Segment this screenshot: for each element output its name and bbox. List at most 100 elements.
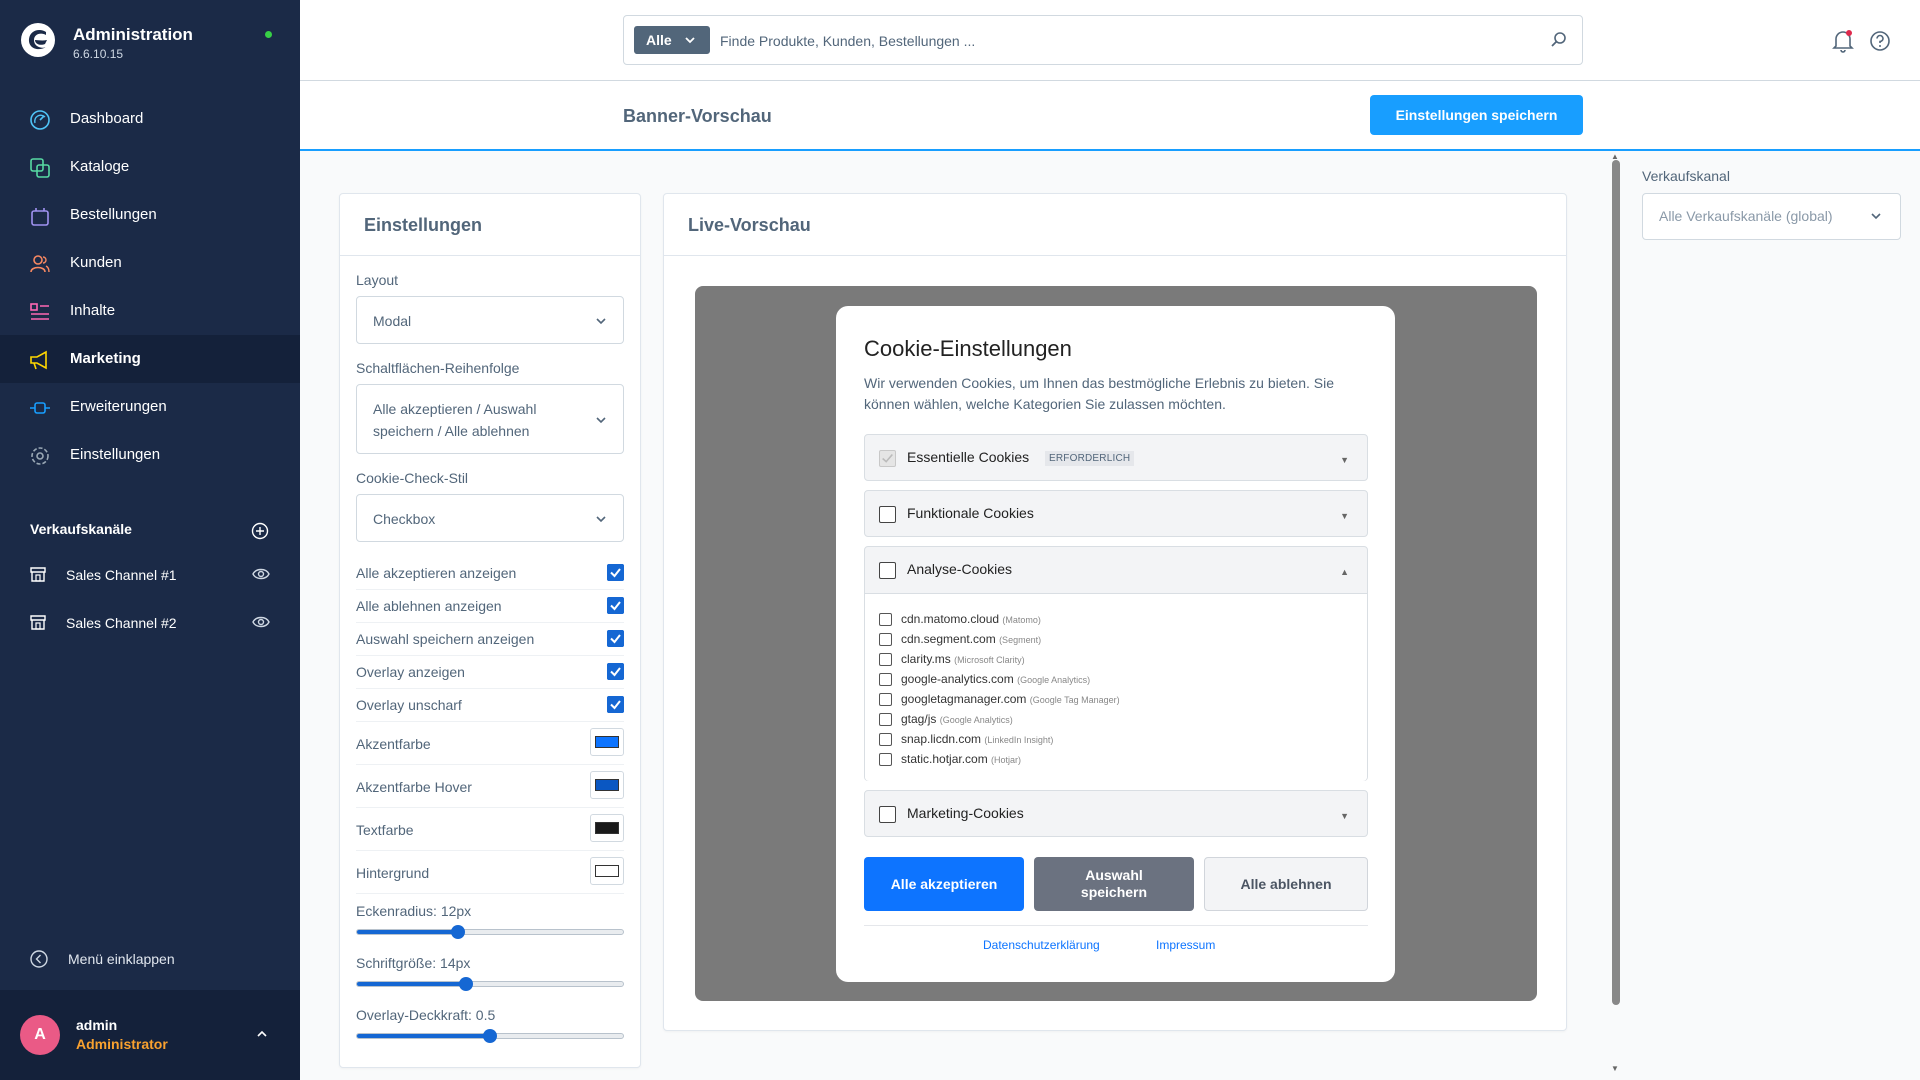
toggle-overlay-blur: Overlay unscharf — [356, 689, 624, 722]
toggle-label: Overlay anzeigen — [356, 664, 465, 680]
service-name: google-analytics.com — [901, 672, 1014, 686]
sidebar-item-catalogs[interactable]: Kataloge — [0, 143, 300, 191]
search-input[interactable] — [720, 28, 1520, 54]
slider-fill — [357, 930, 459, 934]
sidebar-item-label: Marketing — [70, 350, 141, 367]
checkbox[interactable] — [879, 653, 892, 666]
cookie-check-style-value: Checkbox — [373, 511, 436, 527]
category-header[interactable]: Marketing-Cookies ▼ — [865, 791, 1367, 837]
user-role: Administrator — [76, 1036, 168, 1052]
sidebar-item-label: Einstellungen — [70, 446, 161, 463]
checkbox[interactable] — [879, 733, 892, 746]
checkbox-checked[interactable] — [607, 597, 624, 614]
color-swatch — [595, 779, 619, 791]
plug-icon — [30, 402, 50, 414]
toggle-label: Alle ablehnen anzeigen — [356, 598, 502, 614]
search-type-label: Alle — [646, 32, 672, 48]
checkbox[interactable] — [879, 633, 892, 646]
reject-all-button[interactable]: Alle ablehnen — [1204, 857, 1368, 911]
eye-icon[interactable] — [252, 615, 270, 629]
checkbox-checked[interactable] — [607, 630, 624, 647]
checkbox-checked[interactable] — [607, 696, 624, 713]
font-size-slider[interactable] — [356, 977, 624, 991]
slider-thumb[interactable] — [483, 1029, 497, 1043]
button-order-select[interactable]: Alle akzeptieren / Auswahl speichern / A… — [356, 384, 624, 454]
catalog-icon — [30, 158, 50, 178]
background-color-picker[interactable] — [590, 857, 624, 885]
category-header[interactable]: Analyse-Cookies ▲ — [865, 547, 1367, 593]
sidebar-item-dashboard[interactable]: Dashboard — [0, 95, 300, 143]
scrollbar[interactable] — [1612, 160, 1620, 1005]
cookie-check-style-select[interactable]: Checkbox — [356, 494, 624, 542]
text-color-row: Textfarbe — [356, 808, 624, 851]
chevron-down-icon — [685, 37, 695, 44]
overlay-opacity-slider[interactable] — [356, 1029, 624, 1043]
help-icon[interactable] — [1869, 30, 1891, 52]
divider — [864, 925, 1368, 926]
font-size-label: Schriftgröße: 14px — [356, 955, 471, 971]
slider-fill — [357, 982, 467, 986]
checkbox[interactable] — [879, 673, 892, 686]
toggle-label: Overlay unscharf — [356, 697, 462, 713]
category-marketing[interactable]: Marketing-Cookies ▼ — [864, 790, 1368, 837]
checkbox[interactable] — [879, 506, 896, 523]
category-essential[interactable]: Essentielle Cookies ERFORDERLICH ▼ — [864, 434, 1368, 481]
checkbox[interactable] — [879, 713, 892, 726]
toggle-label: Auswahl speichern anzeigen — [356, 631, 535, 647]
scroll-down-arrow-icon[interactable]: ▼ — [1611, 1064, 1619, 1073]
add-sales-channel-icon[interactable] — [251, 522, 269, 540]
accent-color-picker[interactable] — [590, 728, 624, 756]
checkbox[interactable] — [879, 613, 892, 626]
save-selection-button[interactable]: Auswahl speichern — [1034, 857, 1194, 911]
brand-version: 6.6.10.15 — [73, 47, 124, 61]
checkbox-checked[interactable] — [607, 663, 624, 680]
privacy-policy-link[interactable]: Datenschutzerklärung — [983, 938, 1100, 952]
sales-channel-filter-select[interactable]: Alle Verkaufskanäle (global) — [1642, 193, 1901, 240]
shopping-bag-icon — [31, 208, 49, 226]
imprint-link[interactable]: Impressum — [1156, 938, 1215, 952]
corner-radius-slider[interactable] — [356, 925, 624, 939]
collapse-menu-button[interactable]: Menü einklappen — [0, 942, 300, 978]
search-type-dropdown[interactable]: Alle — [634, 26, 710, 54]
sidebar-item-extensions[interactable]: Erweiterungen — [0, 383, 300, 431]
sales-channel-label: Sales Channel #2 — [66, 615, 177, 631]
category-header[interactable]: Funktionale Cookies ▼ — [865, 491, 1367, 537]
color-swatch — [595, 822, 619, 834]
shopware-logo-icon[interactable] — [20, 22, 56, 58]
category-header[interactable]: Essentielle Cookies ERFORDERLICH ▼ — [865, 435, 1367, 481]
checkbox-checked[interactable] — [607, 564, 624, 581]
accept-all-button[interactable]: Alle akzeptieren — [864, 857, 1024, 911]
expand-arrow-icon: ▼ — [1340, 511, 1349, 521]
checkbox[interactable] — [879, 806, 896, 823]
checkbox[interactable] — [879, 562, 896, 579]
eye-icon[interactable] — [252, 567, 270, 581]
service-vendor: (Hotjar) — [991, 755, 1022, 765]
content-icon — [30, 303, 49, 320]
sidebar-item-settings[interactable]: Einstellungen — [0, 431, 300, 479]
search-icon[interactable] — [1550, 31, 1568, 49]
sidebar-item-label: Dashboard — [70, 110, 144, 127]
accent-hover-color-picker[interactable] — [590, 771, 624, 799]
sidebar-item-customers[interactable]: Kunden — [0, 239, 300, 287]
text-color-picker[interactable] — [590, 814, 624, 842]
save-settings-button[interactable]: Einstellungen speichern — [1370, 95, 1583, 135]
slider-thumb[interactable] — [451, 925, 466, 939]
slider-fill — [357, 1034, 490, 1038]
sidebar-item-content[interactable]: Inhalte — [0, 287, 300, 335]
sidebar-item-marketing[interactable]: Marketing — [0, 335, 300, 383]
checkbox[interactable] — [879, 753, 892, 766]
preview-overlay: Cookie-Einstellungen Wir verwenden Cooki… — [695, 286, 1537, 1001]
notification-bell-icon[interactable] — [1832, 29, 1854, 53]
cookie-modal-title: Cookie-Einstellungen — [864, 336, 1072, 361]
cookie-check-style-label: Cookie-Check-Stil — [356, 470, 469, 486]
expand-arrow-icon: ▼ — [1340, 455, 1349, 465]
category-functional[interactable]: Funktionale Cookies ▼ — [864, 490, 1368, 537]
sidebar-item-sales-channel-1[interactable]: Sales Channel #1 — [0, 553, 300, 597]
user-menu[interactable]: A admin Administrator — [0, 990, 300, 1080]
sidebar-item-orders[interactable]: Bestellungen — [0, 191, 300, 239]
sidebar-item-sales-channel-2[interactable]: Sales Channel #2 — [0, 601, 300, 645]
checkbox[interactable] — [879, 693, 892, 706]
slider-thumb[interactable] — [459, 977, 474, 991]
category-analytics[interactable]: Analyse-Cookies ▲ cdn.matomo.cloud (Mato… — [864, 546, 1368, 781]
layout-select[interactable]: Modal — [356, 296, 624, 344]
